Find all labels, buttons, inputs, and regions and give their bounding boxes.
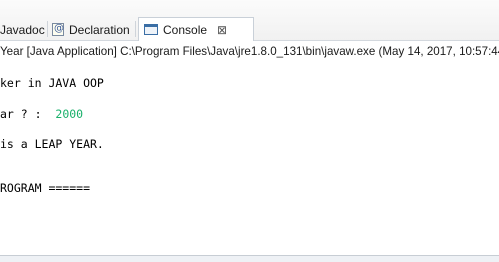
tab-console[interactable]: Console ⊠ [138,17,254,41]
console-output-line: ROGRAM ====== [0,181,91,195]
tab-separator [135,21,136,37]
console-icon [144,24,158,35]
console-output-line: is a LEAP YEAR. [0,137,104,151]
console-output-line: ar ? : 2000 [0,107,83,121]
tab-console-label: Console [163,22,208,37]
console-launch-info: Year [Java Application] C:\Program Files… [0,45,499,58]
close-icon[interactable]: ⊠ [217,23,227,37]
status-strip [0,256,499,262]
declaration-icon [52,23,64,36]
console-prompt-text: ar ? : [0,107,56,121]
console-area-bottom [0,241,499,255]
console-user-input: 2000 [55,107,84,121]
console-output-line: ker in JAVA OOP [0,76,104,90]
tab-javadoc[interactable]: Javadoc [0,19,45,40]
tab-separator [47,21,48,37]
tab-declaration[interactable]: Declaration [52,19,130,40]
tab-javadoc-label: Javadoc [0,22,45,37]
tab-declaration-label: Declaration [69,22,130,37]
